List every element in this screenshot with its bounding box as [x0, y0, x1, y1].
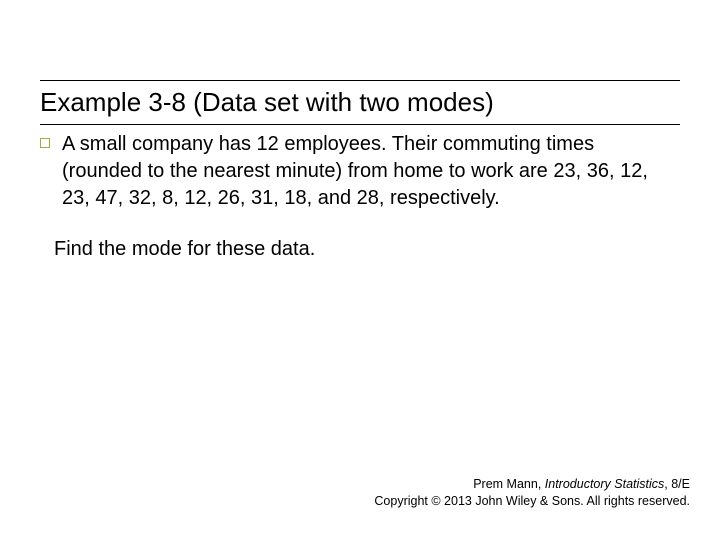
- prompt-text: Find the mode for these data.: [54, 238, 680, 261]
- rule-top: [40, 80, 680, 81]
- slide-title: Example 3-8 (Data set with two modes): [40, 83, 680, 124]
- footer-line-1: Prem Mann, Introductory Statistics, 8/E: [374, 476, 690, 493]
- footer-edition: , 8/E: [664, 477, 690, 491]
- square-bullet-icon: [40, 138, 50, 148]
- footer-author: Prem Mann,: [473, 477, 545, 491]
- slide: Example 3-8 (Data set with two modes) A …: [0, 0, 720, 540]
- rule-bottom: [40, 124, 680, 125]
- body-text: A small company has 12 employees. Their …: [62, 131, 662, 212]
- body-row: A small company has 12 employees. Their …: [40, 131, 680, 212]
- footer: Prem Mann, Introductory Statistics, 8/E …: [374, 476, 690, 510]
- title-block: Example 3-8 (Data set with two modes): [40, 80, 680, 125]
- footer-book: Introductory Statistics: [545, 477, 665, 491]
- footer-copyright: Copyright © 2013 John Wiley & Sons. All …: [374, 493, 690, 510]
